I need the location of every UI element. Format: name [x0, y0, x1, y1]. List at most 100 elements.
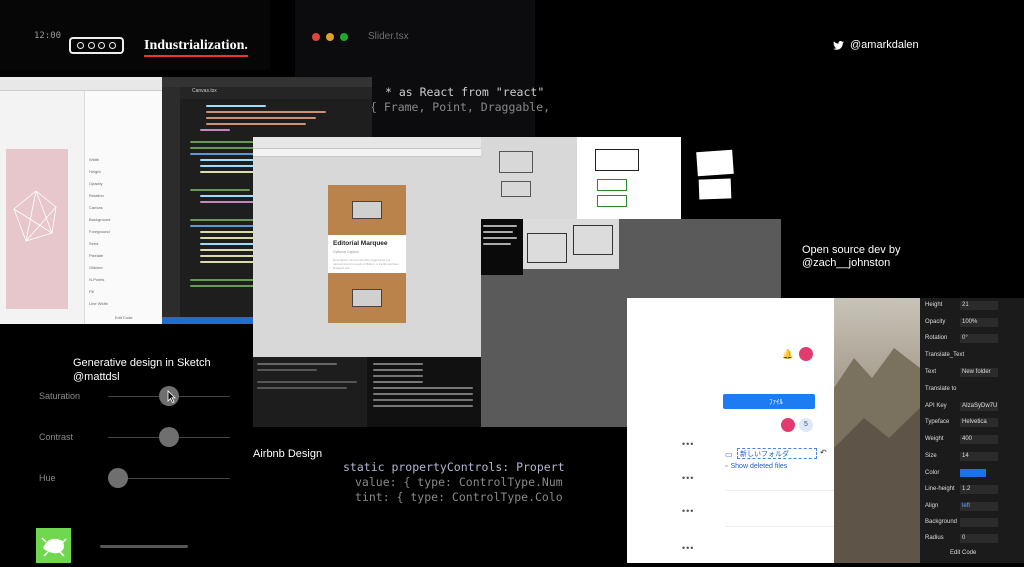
prop-color-input[interactable]: [960, 518, 998, 527]
color-swatch[interactable]: [960, 469, 986, 477]
code-line: tint: { type: ControlType.Colo: [355, 490, 563, 504]
folder-name-input[interactable]: 新しいフォルダ: [737, 448, 817, 459]
sketch-window: Width Height Opacity Rotation Canvas Bac…: [0, 77, 162, 324]
generative-caption: Generative design in Sketch @mattdsl: [73, 356, 211, 384]
more-options-icon[interactable]: •••: [682, 439, 694, 449]
contrast-knob[interactable]: [159, 427, 179, 447]
card-title: Editorial Marquee: [333, 240, 388, 247]
code-line: static propertyControls: Propert: [343, 460, 565, 474]
code-line: value: { type: ControlType.Num: [355, 475, 563, 489]
more-options-icon[interactable]: •••: [682, 506, 694, 516]
sketch-artboard[interactable]: [6, 149, 68, 309]
frog-logo: [36, 528, 71, 563]
caption-handle: @mattdsl: [73, 371, 120, 383]
prop-label: Size: [925, 453, 937, 459]
mountain-photo: [834, 298, 920, 563]
prop-input[interactable]: 0: [960, 534, 998, 543]
activity-bar: [162, 87, 180, 324]
panel-row-label: Fill: [89, 289, 95, 294]
mouse-pointer-icon: [167, 390, 176, 403]
brand-title: Industrialization.: [144, 38, 248, 57]
undo-icon[interactable]: ↶: [820, 448, 827, 457]
member-count-badge: 5: [799, 418, 813, 432]
prop-label: Height: [925, 302, 943, 308]
upload-button[interactable]: ﾌｧｲﾙ: [723, 394, 815, 409]
browser-window: Editorial Marquee Optional Caption Descr…: [253, 137, 481, 357]
laptop-image: [352, 201, 382, 219]
align-segmented[interactable]: left: [960, 502, 998, 511]
editorial-card[interactable]: Editorial Marquee Optional Caption Descr…: [328, 185, 406, 323]
panel-row-label: Line Width: [89, 301, 108, 306]
sketch-photo: [681, 137, 781, 219]
panel-row-label: Pixelate: [89, 253, 104, 258]
vscode-titlebar: [162, 77, 372, 87]
prop-label: Rotation: [925, 335, 948, 341]
prop-label: API Key: [925, 403, 947, 409]
card-image: [328, 273, 406, 323]
twitter-handle[interactable]: @amarkdalen: [833, 39, 919, 51]
prop-input[interactable]: 21: [960, 301, 998, 310]
edit-code-button[interactable]: Edit Code: [950, 550, 976, 556]
sketch-toolbar: [0, 77, 162, 91]
folder-icon: ▭: [725, 450, 733, 459]
sketch-photos: [481, 137, 781, 219]
prop-label: Opacity: [925, 319, 946, 325]
prop-label: Line-height: [925, 486, 955, 492]
panel-row-label: Background: [89, 217, 111, 222]
prop-select[interactable]: Helvetica: [960, 418, 998, 427]
card-image: [328, 185, 406, 235]
show-deleted-files-link[interactable]: ▫ Show deleted files: [725, 463, 787, 470]
hue-knob[interactable]: [107, 468, 128, 488]
more-options-icon[interactable]: •••: [682, 543, 694, 553]
browser-url-bar[interactable]: [253, 149, 481, 157]
mountain-image: [834, 348, 920, 563]
edit-code-button[interactable]: Edit Code: [115, 315, 133, 320]
prop-label: Typeface: [925, 419, 950, 425]
code-line: * as React from "react": [385, 85, 545, 99]
caption-line: Open source dev by: [802, 244, 901, 256]
more-options-icon[interactable]: •••: [682, 473, 694, 483]
caption-line: Generative design in Sketch: [73, 357, 211, 369]
close-dot-icon[interactable]: [312, 33, 320, 41]
tab-canvas[interactable]: Canvas.tsx: [192, 88, 217, 94]
panel-row-label: Foreground: [89, 229, 110, 234]
prop-input[interactable]: 400: [960, 435, 998, 444]
browser-titlebar: [253, 137, 481, 149]
framer-preview-window: 🔔 ﾌｧｲﾙ 5 ▭ 新しいフォルダ ↶ ▫ Show deleted files…: [627, 298, 957, 563]
prop-input[interactable]: New folder: [960, 368, 998, 377]
sketch-photo: [523, 219, 619, 269]
twitter-handle-text: @amarkdalen: [850, 39, 919, 51]
divider: [725, 526, 835, 527]
show-deleted-label: Show deleted files: [730, 463, 788, 470]
card-subtitle: Optional Caption: [333, 250, 360, 254]
prop-input[interactable]: 1.2: [960, 485, 998, 494]
prop-input[interactable]: 0°: [960, 334, 998, 343]
bell-icon[interactable]: 🔔: [782, 349, 793, 360]
prop-label: Translate to: [925, 386, 957, 392]
prop-input[interactable]: 14: [960, 452, 998, 461]
open-source-caption: Open source dev by @zach__johnston: [802, 244, 900, 270]
panel-row-label: N-Points: [89, 277, 105, 282]
panel-row-label: Glitcher: [89, 265, 103, 270]
properties-panel: Height 21 Opacity 100% Rotation 0° Trans…: [920, 298, 1024, 563]
prop-label: Align: [925, 503, 939, 509]
prop-input[interactable]: AIzaSyDw7U: [960, 402, 998, 411]
prop-label: Color: [925, 470, 940, 476]
prop-label: Text: [925, 369, 937, 375]
editor-tab-title[interactable]: Slider.tsx: [368, 31, 409, 42]
avatar[interactable]: [799, 347, 813, 361]
divider: [725, 490, 835, 491]
prop-label: Radius: [925, 535, 944, 541]
laptop-image: [352, 289, 382, 307]
slider-label-saturation: Saturation: [39, 391, 81, 401]
maximize-dot-icon[interactable]: [340, 33, 348, 41]
home-indicator: [100, 545, 188, 548]
prop-label: Weight: [925, 436, 944, 442]
prop-input[interactable]: 100%: [960, 318, 998, 327]
minimize-dot-icon[interactable]: [326, 33, 334, 41]
code-line: { Frame, Point, Draggable,: [370, 100, 551, 114]
sketch-photo: [481, 137, 577, 219]
prop-label: Background: [925, 519, 958, 525]
file-icon: ▫: [725, 463, 728, 470]
frog-icon: [41, 537, 67, 557]
